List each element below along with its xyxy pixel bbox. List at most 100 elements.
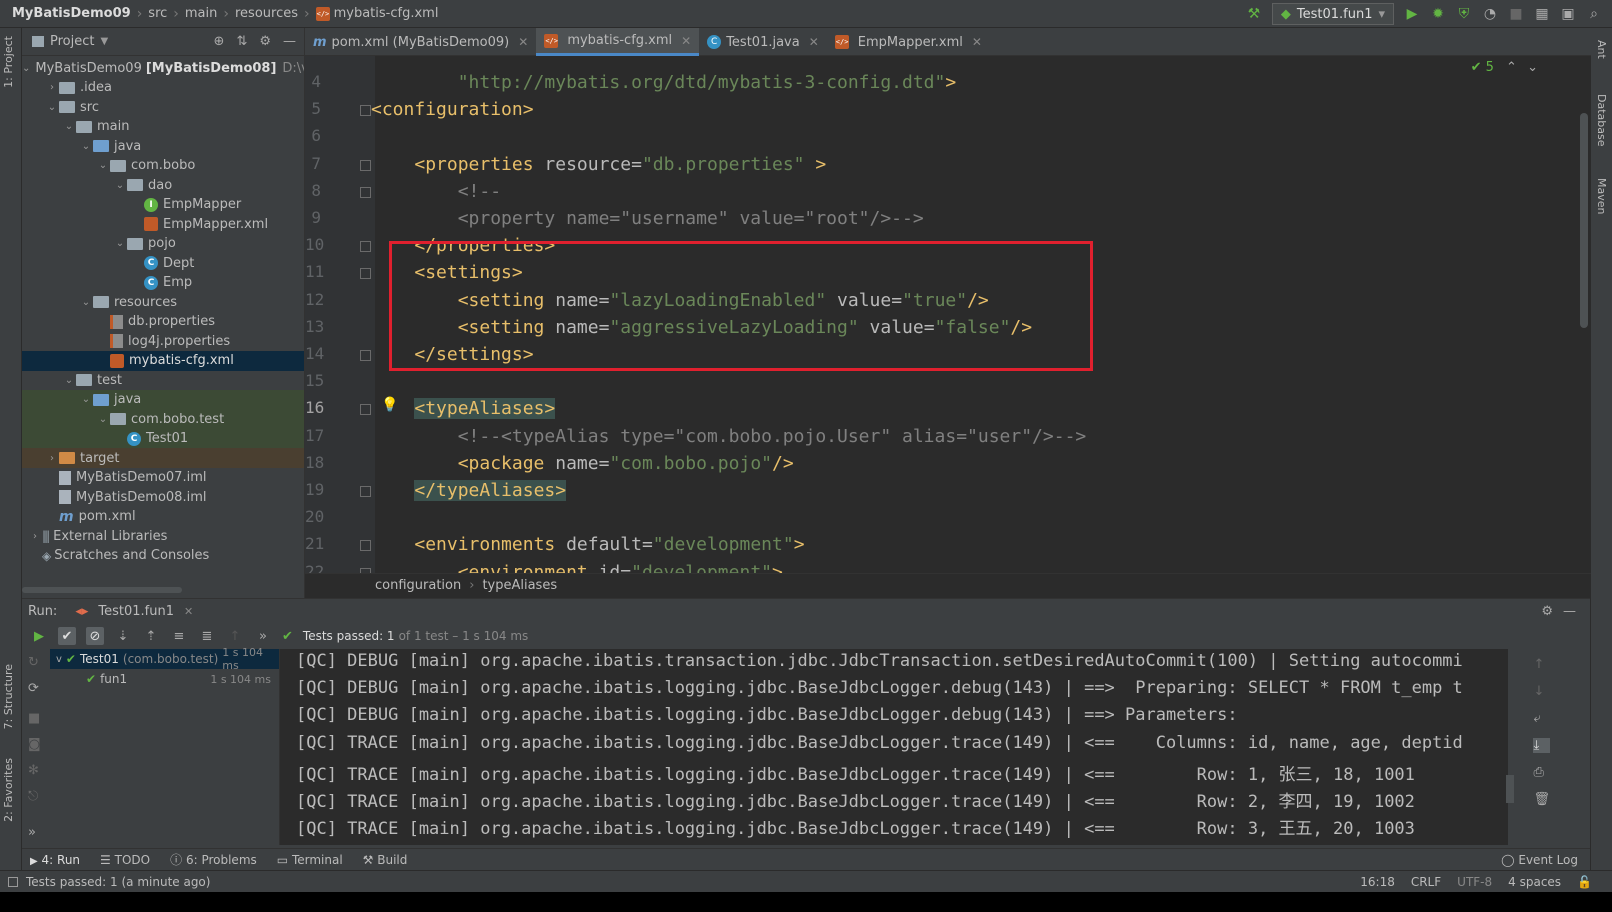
fold-marker-icon[interactable] [360, 268, 371, 280]
chevron-down-icon[interactable]: ⌄ [79, 141, 93, 152]
indent-setting[interactable]: 4 spaces [1508, 875, 1561, 889]
stop-icon[interactable]: ■ [1508, 6, 1524, 22]
scroll-to-end-icon[interactable]: ⤓ [1533, 738, 1550, 753]
fold-marker-icon[interactable] [360, 241, 371, 253]
tree-item[interactable]: I EmpMapper [22, 195, 304, 215]
inspection-widget[interactable]: ✔ 5 ⌃ ⌄ [1471, 60, 1538, 75]
settings-icon[interactable]: ✻ [28, 763, 39, 778]
chevron-down-icon[interactable]: ⌄ [62, 375, 76, 386]
chevron-down-icon[interactable]: ⌄ [113, 180, 127, 191]
project-tool-tab[interactable]: 1: Project [2, 36, 15, 88]
tree-item[interactable]: mybatis-cfg.xml [22, 350, 304, 371]
chevron-down-icon[interactable]: ⌄ [96, 414, 110, 425]
locate-file-icon[interactable]: ⊕ [214, 34, 225, 49]
tree-item[interactable]: C Emp [22, 273, 304, 293]
console-scrollbar[interactable] [1506, 775, 1514, 803]
code-line[interactable]: <environments default="development"> [371, 531, 804, 558]
code-line[interactable]: <!--<typeAlias type="com.bobo.pojo.User"… [371, 423, 1087, 450]
tree-item[interactable]: ⌄ com.bobo.test [22, 409, 304, 429]
test-case-row[interactable]: ✔ fun1 1 s 104 ms [50, 669, 279, 689]
breadcrumb-src[interactable]: src [148, 6, 167, 21]
tree-item[interactable]: › target [22, 448, 304, 468]
stop-icon[interactable]: ■ [28, 711, 40, 726]
tree-item[interactable]: MyBatisDemo08.iml [22, 487, 304, 507]
panel-toggle-icon[interactable] [8, 876, 18, 887]
previous-failed-icon[interactable]: ↑ [226, 627, 244, 645]
tab-build[interactable]: ⚒ Build [363, 853, 408, 867]
tree-item[interactable]: ⌄ java [22, 136, 304, 156]
arrow-up-icon[interactable]: ↑ [1533, 657, 1550, 672]
fold-marker-icon[interactable] [360, 186, 371, 198]
code-line[interactable]: </typeAliases> [371, 477, 567, 504]
tree-item[interactable]: EmpMapper.xml [22, 214, 304, 234]
run-tab-label[interactable]: Test01.fun1 [98, 604, 174, 619]
code-line[interactable]: <properties resource="db.properties" > [371, 151, 826, 178]
chevron-down-icon[interactable]: ⌄ [79, 394, 93, 405]
search-icon[interactable]: ⌕ [1586, 6, 1602, 22]
project-horizontal-scrollbar[interactable] [22, 587, 182, 593]
print-icon[interactable]: ⎙ [1533, 765, 1550, 780]
fold-marker-icon[interactable] [360, 159, 371, 171]
tree-item[interactable]: ⌄ java [22, 389, 304, 410]
maven-tool-tab[interactable]: Maven [1595, 178, 1608, 214]
editor-vertical-scrollbar[interactable] [1580, 113, 1588, 328]
structure-tool-tab[interactable]: 7: Structure [2, 664, 15, 729]
tree-item[interactable]: ⌄ resources [22, 292, 304, 312]
more-icon[interactable]: » [28, 825, 36, 840]
close-icon[interactable]: ✕ [184, 605, 193, 618]
caret-position[interactable]: 16:18 [1360, 875, 1395, 889]
tree-item[interactable]: log4j.properties [22, 331, 304, 351]
camera-icon[interactable]: ◙ [28, 737, 41, 752]
code-line[interactable]: "http://mybatis.org/dtd/mybatis-3-config… [371, 69, 957, 96]
event-log-button[interactable]: ◯ Event Log [1501, 853, 1578, 867]
gear-icon[interactable]: ⚙ [259, 34, 271, 49]
database-tool-tab[interactable]: Database [1595, 94, 1608, 147]
code-line[interactable]: <property name="username" value="root"/>… [371, 205, 924, 232]
tree-item[interactable]: ⌄ com.bobo [22, 156, 304, 176]
tree-item[interactable]: ⌄ dao [22, 175, 304, 195]
sort-alpha-icon[interactable]: ⇣ [114, 627, 132, 645]
fold-marker-icon[interactable] [360, 404, 371, 416]
debug-icon[interactable]: ✹ [1430, 6, 1446, 22]
project-structure-icon[interactable]: ▦ [1534, 6, 1550, 22]
gear-icon[interactable]: ⚙ [1541, 604, 1553, 619]
code-line[interactable]: <package name="com.bobo.pojo"/> [371, 450, 794, 477]
more-icon[interactable]: » [254, 627, 272, 645]
tab-mybatis-cfg-xml[interactable]: mybatis-cfg.xml ✕ [536, 28, 700, 56]
project-panel-title[interactable]: Project [50, 34, 94, 49]
chevron-down-icon[interactable]: ▼ [100, 36, 108, 47]
collapse-all-icon[interactable]: ≣ [198, 627, 216, 645]
chevron-down-icon[interactable]: ⌄ [45, 102, 59, 113]
close-icon[interactable]: ✕ [518, 35, 528, 49]
close-icon[interactable]: ✕ [809, 35, 819, 49]
close-icon[interactable]: ✕ [681, 34, 691, 48]
tree-item[interactable]: › ||| External Libraries [22, 526, 304, 546]
show-passed-icon[interactable]: ✔ [58, 627, 76, 645]
tree-item[interactable]: ⌄ pojo [22, 234, 304, 254]
console-output[interactable]: [QC] DEBUG [main] org.apache.ibatis.tran… [280, 649, 1508, 845]
chevron-right-icon[interactable]: › [45, 82, 59, 93]
chevron-right-icon[interactable]: › [28, 531, 42, 542]
chevron-right-icon[interactable]: › [45, 453, 59, 464]
breadcrumb-project[interactable]: MyBatisDemo09 [12, 6, 131, 21]
expand-all-icon[interactable]: ≡ [170, 627, 188, 645]
tree-item[interactable]: ⌄ test [22, 370, 304, 390]
breadcrumb-typealiases[interactable]: typeAliases [482, 578, 557, 593]
intention-bulb-icon[interactable]: 💡 [381, 397, 398, 413]
window-icon[interactable]: ▣ [1560, 6, 1576, 22]
breadcrumb-configuration[interactable]: configuration [375, 578, 461, 593]
lock-icon[interactable]: 🔓 [1577, 875, 1592, 889]
rerun-failed-icon[interactable]: ↻ [28, 655, 39, 670]
tree-item[interactable]: › .idea [22, 78, 304, 98]
tab-test01-java[interactable]: C Test01.java ✕ [699, 28, 827, 56]
tree-item[interactable]: C Test01 [22, 428, 304, 449]
status-message[interactable]: Tests passed: 1 (a minute ago) [26, 875, 210, 889]
breadcrumb-main[interactable]: main [185, 6, 217, 21]
run-icon[interactable]: ▶ [1404, 6, 1420, 22]
tree-item[interactable]: ◈ Scratches and Consoles [22, 546, 304, 566]
tab-todo[interactable]: ☰ TODO [100, 853, 150, 867]
chevron-down-icon[interactable]: ⌄ [62, 121, 76, 132]
tab-terminal[interactable]: ▭ Terminal [277, 853, 343, 867]
tree-item[interactable]: ⌄ MyBatisDemo09 [MyBatisDemo08] D:\v [22, 58, 309, 78]
profile-icon[interactable]: ◔ [1482, 6, 1498, 22]
